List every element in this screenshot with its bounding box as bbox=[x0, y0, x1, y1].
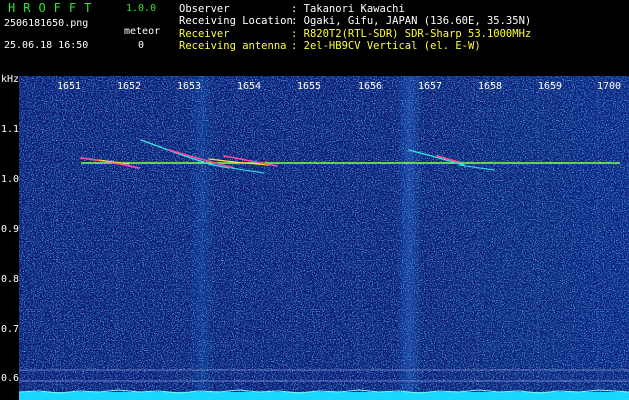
receiver-value: : R820T2(RTL-SDR) SDR-Sharp 53.1000MHz bbox=[291, 28, 532, 40]
x-tick-label: 1658 bbox=[478, 81, 503, 92]
x-tick-label: 1652 bbox=[117, 81, 142, 92]
x-tick-label: 1659 bbox=[538, 81, 563, 92]
y-tick-label: 0.8 bbox=[1, 274, 20, 285]
x-tick-label: 1655 bbox=[297, 81, 322, 92]
x-tick-label: 1654 bbox=[237, 81, 262, 92]
x-tick-label: 1657 bbox=[418, 81, 443, 92]
spectrogram bbox=[19, 76, 629, 400]
antenna-value: : 2el-HB9CV Vertical (el. E-W) bbox=[291, 40, 481, 52]
meteor-count: 0 bbox=[138, 40, 145, 51]
location-value: : Ogaki, Gifu, JAPAN (136.60E, 35.35N) bbox=[291, 15, 532, 27]
y-tick-label: 1.0 bbox=[1, 174, 20, 185]
meteor-label: meteor bbox=[124, 26, 161, 37]
filename-label: 2506181650.png bbox=[4, 18, 89, 29]
version-label: 1.0.0 bbox=[126, 3, 157, 14]
y-tick-label: 0.9 bbox=[1, 224, 20, 235]
location-label: Receiving Location bbox=[179, 15, 293, 27]
x-tick-label: 1656 bbox=[358, 81, 383, 92]
x-tick-label: 1653 bbox=[177, 81, 202, 92]
observer-label: Observer bbox=[179, 3, 230, 15]
x-tick-label: 1700 bbox=[597, 81, 622, 92]
y-tick-label: 0.7 bbox=[1, 324, 20, 335]
x-tick-label: 1651 bbox=[57, 81, 82, 92]
app-title: HROFFT bbox=[8, 1, 100, 15]
observer-value: : Takanori Kawachi bbox=[291, 3, 405, 15]
y-tick-label: 0.6 bbox=[1, 373, 20, 384]
y-axis-unit: kHz bbox=[1, 74, 20, 85]
antenna-label: Receiving antenna bbox=[179, 40, 287, 52]
y-tick-label: 1.1 bbox=[1, 124, 20, 135]
receiver-label: Receiver bbox=[179, 28, 230, 40]
datetime-label: 25.06.18 16:50 bbox=[4, 40, 89, 51]
